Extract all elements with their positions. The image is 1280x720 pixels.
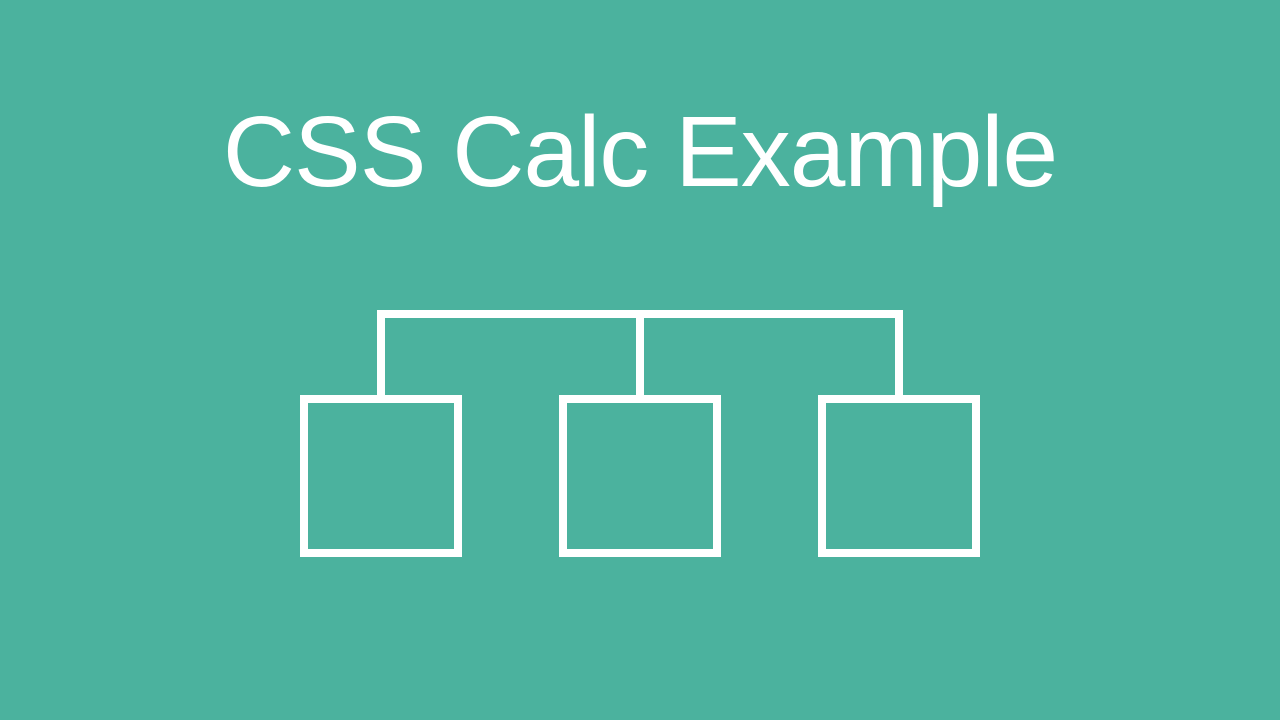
diagram-box-center bbox=[559, 395, 721, 557]
connector-vertical-center bbox=[636, 310, 644, 395]
diagram-box-right bbox=[818, 395, 980, 557]
connector-vertical-right bbox=[895, 310, 903, 395]
connector-vertical-left bbox=[377, 310, 385, 395]
page-title: CSS Calc Example bbox=[223, 95, 1057, 210]
tree-diagram bbox=[300, 310, 980, 610]
diagram-box-left bbox=[300, 395, 462, 557]
